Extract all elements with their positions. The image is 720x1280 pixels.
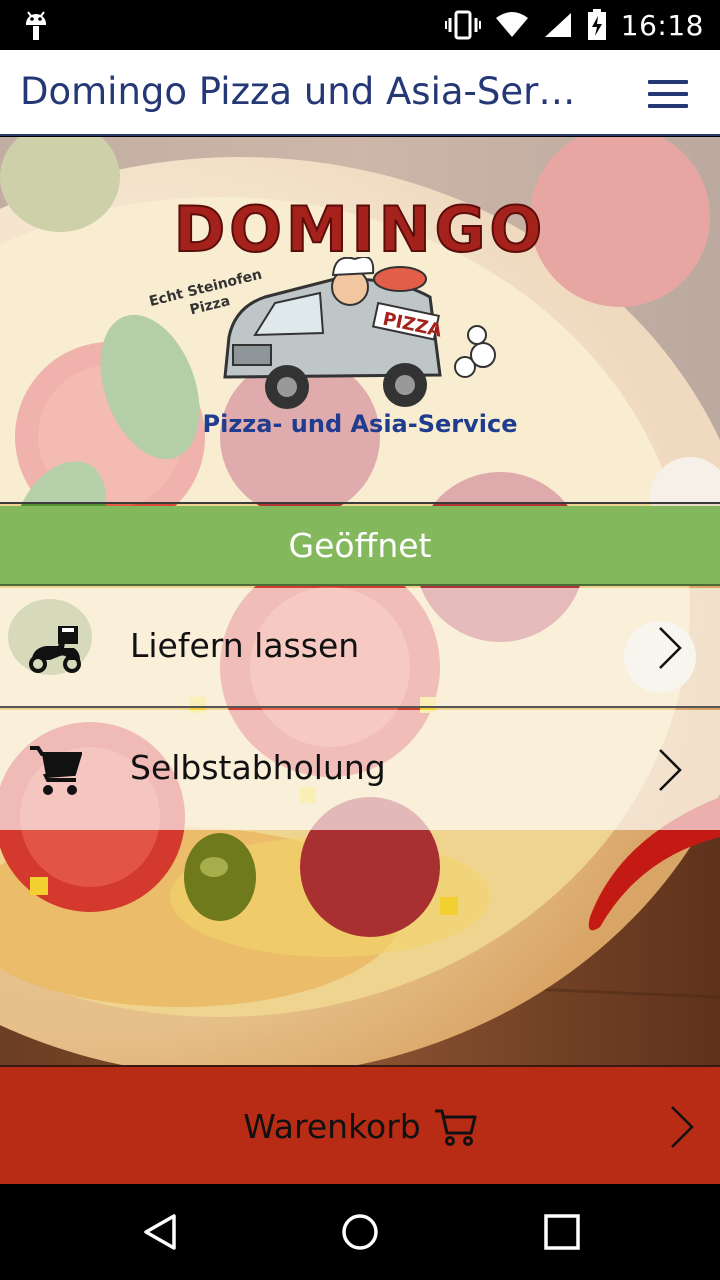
back-icon[interactable] <box>140 1212 180 1252</box>
chevron-right-icon <box>659 627 682 669</box>
delivery-option-label: Liefern lassen <box>130 626 360 665</box>
cart-button-content: Warenkorb <box>0 1067 720 1186</box>
cart-outline-icon <box>434 1109 477 1146</box>
app-bar: Domingo Pizza und Asia-Servi... <box>0 50 720 136</box>
restaurant-logo-header: DOMINGO Echt Steinofen Pizza PIZZA Pizza… <box>0 137 720 504</box>
cart-button[interactable]: Warenkorb <box>0 1065 720 1184</box>
hamburger-menu-icon[interactable] <box>648 77 692 111</box>
signal-icon <box>544 13 571 37</box>
delivery-option[interactable]: Liefern lassen <box>0 588 720 708</box>
cart-label: Warenkorb <box>243 1107 421 1146</box>
status-time: 16:18 <box>620 8 704 42</box>
pickup-option-label: Selbstabholung <box>130 748 386 787</box>
chevron-right-icon <box>671 1106 694 1148</box>
android-icon <box>26 11 46 40</box>
battery-charging-icon <box>587 9 606 40</box>
chevron-right-icon <box>659 749 682 791</box>
home-icon[interactable] <box>340 1212 380 1252</box>
delivery-scooter-icon <box>29 626 81 673</box>
logo-wordmark: DOMINGO <box>173 192 547 267</box>
app-title: Domingo Pizza und Asia-Servi... <box>20 70 580 113</box>
delivery-van-logo-icon: PIZZA <box>223 257 496 409</box>
pickup-option[interactable]: Selbstabholung <box>0 710 720 830</box>
logo-subtitle: Pizza- und Asia-Service <box>202 410 518 438</box>
wifi-icon <box>495 12 528 37</box>
open-status-label: Geöffnet <box>288 525 432 565</box>
status-bar: 16:18 <box>0 0 720 50</box>
shopping-cart-icon <box>30 746 82 795</box>
vibrate-icon <box>444 10 481 40</box>
system-navigation-bar <box>0 1184 720 1280</box>
recents-icon[interactable] <box>542 1212 582 1252</box>
open-status-banner: Geöffnet <box>0 506 720 586</box>
